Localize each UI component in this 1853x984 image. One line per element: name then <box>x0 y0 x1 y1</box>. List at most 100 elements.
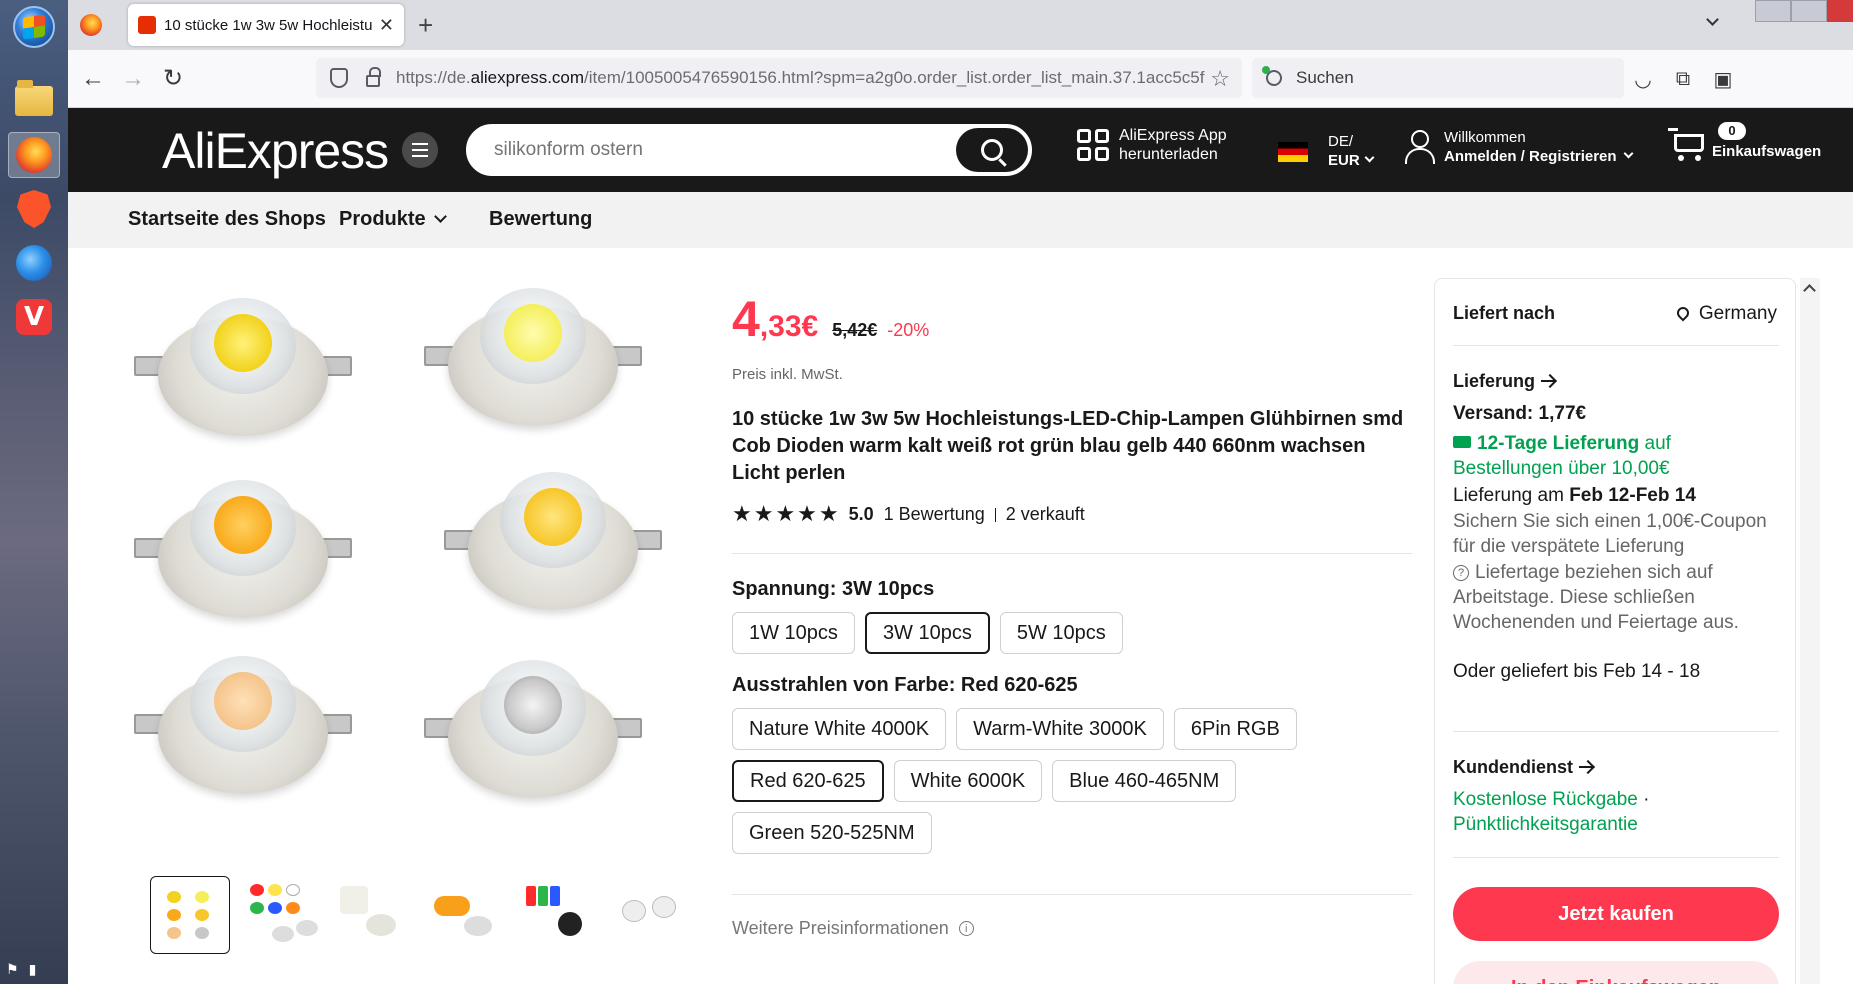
color-option-blue[interactable]: Blue 460-465NM <box>1052 760 1237 802</box>
question-icon[interactable]: ? <box>1453 565 1469 581</box>
color-option-warm-white[interactable]: Warm-White 3000K <box>956 708 1164 750</box>
search-input[interactable] <box>494 139 956 161</box>
color-option-nature-white[interactable]: Nature White 4000K <box>732 708 947 750</box>
thumbnail-3[interactable] <box>334 876 414 954</box>
ship-to-country: Germany <box>1698 303 1777 324</box>
navigation-bar: ← → ↻ https://de.aliexpress.com/item/100… <box>68 50 1853 108</box>
alt-delivery: Oder geliefert bis Feb 14 - 18 <box>1453 661 1701 682</box>
battery-tray-icon[interactable]: ▮ <box>29 961 37 978</box>
windows-orb-icon[interactable] <box>8 4 60 50</box>
led-bulb-image <box>444 466 662 626</box>
price-row: 4 ,33€ 5,42€ -20% <box>732 294 929 344</box>
tracking-shield-icon[interactable] <box>330 68 348 88</box>
color-option-rgb[interactable]: 6Pin RGB <box>1173 708 1297 750</box>
truck-icon <box>1453 436 1471 448</box>
color-option-green[interactable]: Green 520-525NM <box>732 812 932 854</box>
url-text[interactable]: https://de.aliexpress.com/item/100500547… <box>396 68 1208 88</box>
browser-search-bar[interactable]: Suchen <box>1252 58 1624 98</box>
buy-now-button[interactable]: Jetzt kaufen <box>1453 887 1779 941</box>
delivery-date: Feb 12-Feb 14 <box>1569 485 1696 506</box>
more-price-label: Weitere Preisinformationen <box>732 918 949 938</box>
extensions-icon[interactable]: ⧉ <box>1670 66 1696 92</box>
maximize-button[interactable] <box>1791 0 1827 22</box>
firefox-view-icon[interactable] <box>80 14 102 36</box>
firefox-icon[interactable] <box>8 132 60 178</box>
led-bulb-image <box>134 292 352 452</box>
thumbnail-strip <box>150 876 690 954</box>
language-currency-selector[interactable]: DE/ EUR <box>1328 132 1375 170</box>
account-menu[interactable]: Willkommen Anmelden / Registrieren <box>1404 128 1633 166</box>
reviews-link[interactable]: 1 Bewertung <box>884 504 985 525</box>
thumbnail-5[interactable] <box>518 876 598 954</box>
lock-icon[interactable] <box>366 67 381 87</box>
thumbnail-6[interactable] <box>610 876 690 954</box>
signin-text: Anmelden / Registrieren <box>1444 148 1617 165</box>
reload-icon[interactable]: ↻ <box>158 64 188 94</box>
close-window-button[interactable] <box>1827 0 1853 22</box>
panel-scrollbar[interactable] <box>1800 278 1820 984</box>
more-price-info[interactable]: Weitere Preisinformationen i <box>732 918 974 939</box>
addon-icon[interactable]: ▣ <box>1710 66 1736 92</box>
tab-aliexpress[interactable]: 10 stücke 1w 3w 5w Hochleistungs-LED-Chi… <box>128 4 404 46</box>
search-icon <box>981 139 1003 161</box>
pocket-icon[interactable]: ◡ <box>1630 66 1656 92</box>
sku-option-3w[interactable]: 3W 10pcs <box>864 612 990 654</box>
new-tab-button[interactable]: + <box>418 10 433 41</box>
fast-delivery-line-1: 12-Tage Lieferung auf <box>1453 431 1671 456</box>
add-to-cart-button[interactable]: In den Einkaufswagen <box>1453 961 1779 984</box>
customer-service-link[interactable]: Kundendienst <box>1453 757 1593 778</box>
color-option-red[interactable]: Red 620-625 <box>732 760 884 802</box>
price-decimal: ,33€ <box>759 310 819 343</box>
store-products-menu[interactable]: Produkte <box>339 208 447 231</box>
store-home-link[interactable]: Startseite des Shops <box>128 208 326 231</box>
discount-badge: -20% <box>887 320 930 340</box>
divider <box>1453 731 1779 732</box>
scroll-up-icon[interactable] <box>1803 284 1816 297</box>
aliexpress-favicon-icon <box>138 16 156 34</box>
voltage-options: 1W 10pcs 3W 10pcs 5W 10pcs <box>732 612 1123 654</box>
url-domain: aliexpress.com <box>470 68 585 87</box>
bookmark-star-icon[interactable]: ☆ <box>1210 66 1230 92</box>
store-reviews-link[interactable]: Bewertung <box>489 208 592 231</box>
shopping-cart-icon <box>1668 126 1706 162</box>
url-bar[interactable]: https://de.aliexpress.com/item/100500547… <box>316 58 1242 98</box>
sold-count: 2 verkauft <box>1005 504 1085 524</box>
store-products-label: Produkte <box>339 208 426 230</box>
thumbnail-4[interactable] <box>426 876 506 954</box>
back-arrow-icon[interactable]: ← <box>78 64 108 94</box>
delivery-date-line: Lieferung am Feb 12-Feb 14 <box>1453 483 1696 508</box>
sku-option-1w[interactable]: 1W 10pcs <box>732 612 855 654</box>
aliexpress-logo[interactable]: AliExpress <box>162 122 389 180</box>
vat-note: Preis inkl. MwSt. <box>732 366 843 383</box>
hamburger-menu-icon[interactable] <box>402 132 438 168</box>
vivaldi-icon[interactable]: V <box>8 294 60 340</box>
tab-bar: 10 stücke 1w 3w 5w Hochleistungs-LED-Chi… <box>68 0 1853 50</box>
user-icon <box>1404 130 1435 164</box>
delivery-link[interactable]: Lieferung <box>1453 371 1556 392</box>
thunderbird-icon[interactable] <box>8 240 60 286</box>
search-button[interactable] <box>956 128 1028 172</box>
free-returns-link[interactable]: Kostenlose Rückgabe <box>1453 789 1638 810</box>
punctuality-guarantee-link[interactable]: Pünktlichkeitsgarantie <box>1453 812 1638 837</box>
app-download-link[interactable]: AliExpress App herunterladen <box>1077 126 1227 164</box>
brave-icon[interactable] <box>8 186 60 232</box>
chevron-down-icon <box>1623 148 1633 159</box>
tab-close-icon[interactable]: ✕ <box>379 15 394 36</box>
flag-tray-icon[interactable]: ⚑ <box>6 961 19 978</box>
minimize-button[interactable] <box>1755 0 1791 22</box>
color-option-white[interactable]: White 6000K <box>893 760 1043 802</box>
thumbnail-2[interactable] <box>242 876 322 954</box>
forward-arrow-icon[interactable]: → <box>118 64 148 94</box>
germany-flag-icon[interactable] <box>1278 142 1308 162</box>
file-explorer-icon[interactable] <box>8 78 60 124</box>
ship-to-selector[interactable]: Germany <box>1674 301 1777 326</box>
delivery-date-prefix: Lieferung am <box>1453 485 1570 506</box>
divider <box>1453 345 1779 346</box>
divider <box>994 507 996 522</box>
product-main-image[interactable] <box>128 278 704 844</box>
thumbnail-1[interactable] <box>150 876 230 954</box>
os-taskbar: V ⚑ ▮ <box>0 0 68 984</box>
tab-list-chevron-icon[interactable] <box>1698 12 1719 33</box>
sku-option-5w[interactable]: 5W 10pcs <box>999 612 1123 654</box>
info-icon[interactable]: i <box>958 921 974 936</box>
